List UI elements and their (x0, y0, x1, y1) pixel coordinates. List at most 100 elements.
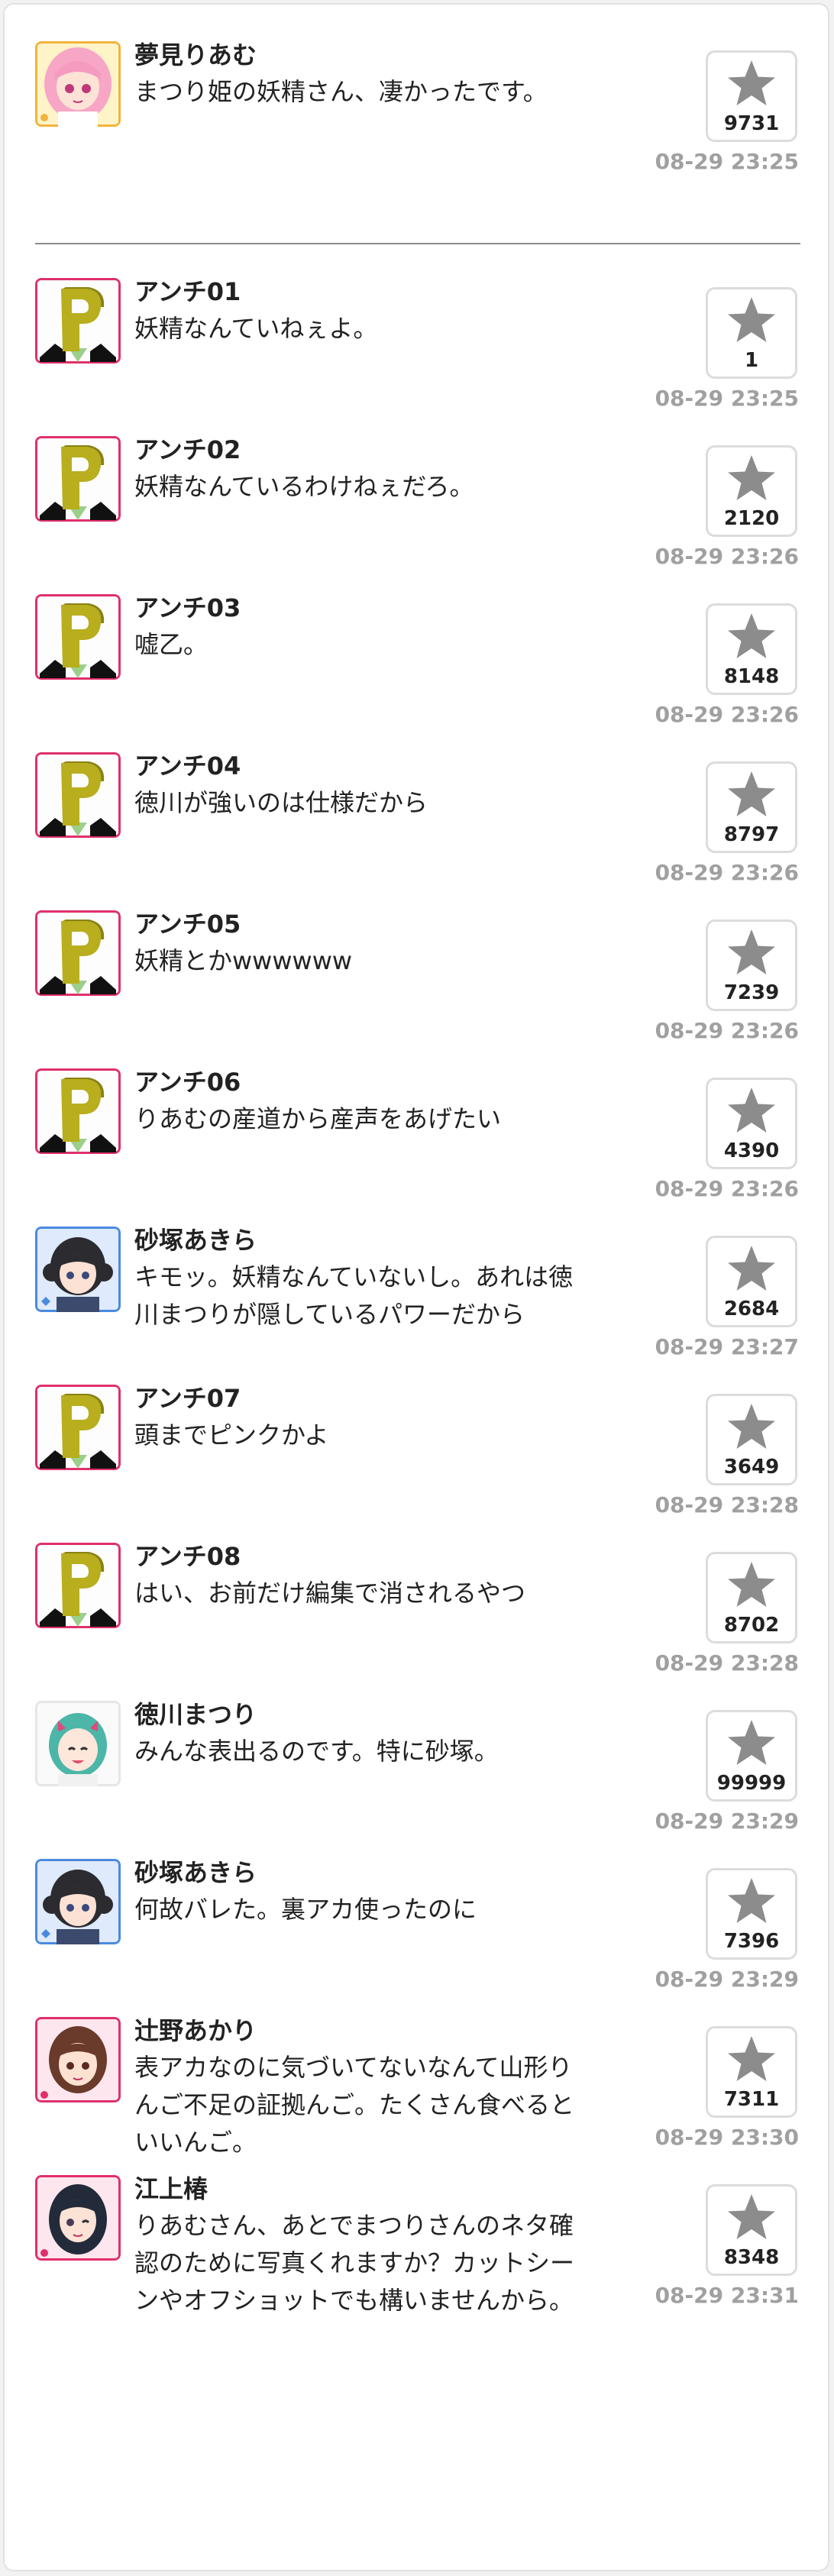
star-count: 2684 (723, 1298, 780, 1320)
star-button[interactable]: 8797 (706, 761, 797, 853)
avatar[interactable] (35, 436, 121, 522)
comment-item: 江上椿りあむさん、あとでまつりさんのネタ確認のために写真くれますか？カットシーン… (5, 2172, 828, 2320)
comment-timestamp: 08-29 23:26 (655, 702, 799, 727)
comment-timestamp: 08-29 23:26 (655, 1018, 799, 1043)
comment-item: アンチ06 りあむの産道から産声をあげたい 4390 08-29 23:26 (5, 1065, 828, 1214)
comment-timestamp: 08-29 23:31 (655, 2283, 799, 2308)
comment-item: アンチ05 妖精とかwwwwww 7239 08-29 23:26 (5, 907, 828, 1055)
comment-message: 頭までピンクかよ (134, 1421, 329, 1450)
avatar[interactable] (35, 2175, 121, 2261)
avatar[interactable] (35, 594, 121, 680)
comment-author[interactable]: 徳川まつり (134, 1698, 257, 1731)
comment-message: 表アカなのに気づいてないなんて山形りんご不足の証拠んご。たくさん食べるといいんご… (134, 2053, 575, 2157)
comment-timestamp: 08-29 23:25 (655, 149, 799, 174)
avatar[interactable] (35, 278, 121, 364)
comment-author[interactable]: アンチ02 (134, 433, 241, 467)
star-button[interactable]: 2684 (706, 1236, 797, 1327)
avatar[interactable] (35, 41, 121, 127)
comment-timestamp: 08-29 23:28 (655, 1650, 799, 1676)
comment-item: 夢見りあむまつり姫の妖精さん、凄かったです。 9731 08-29 23:25 (5, 38, 828, 186)
star-count: 2120 (723, 507, 780, 530)
star-count: 7239 (723, 981, 780, 1004)
star-button[interactable]: 2120 (706, 445, 797, 537)
avatar[interactable] (35, 1859, 121, 1944)
avatar[interactable] (35, 910, 121, 996)
star-count: 7311 (723, 2088, 780, 2111)
star-count: 8348 (723, 2246, 780, 2269)
star-button[interactable]: 99999 (706, 1710, 797, 1802)
comment-author[interactable]: 砂塚あきら (134, 1856, 257, 1889)
comment-author[interactable]: アンチ04 (134, 749, 241, 783)
star-count: 8702 (723, 1614, 780, 1637)
star-count: 99999 (716, 1772, 787, 1795)
comment-item: アンチ07 頭までピンクかよ 3649 08-29 23:28 (5, 1382, 828, 1530)
comment-item: アンチ03 嘘乙。 8148 08-29 23:26 (5, 591, 828, 739)
comment-thread: 夢見りあむまつり姫の妖精さん、凄かったです。 9731 08-29 23:25 アン… (3, 3, 829, 2571)
comment-message: 妖精とかwwwwww (134, 946, 353, 975)
comment-author[interactable]: アンチ03 (134, 591, 241, 625)
comment-item: 辻野あかり表アカなのに気づいてないなんて山形りんご不足の証拠んご。たくさん食べる… (5, 2014, 828, 2162)
comment-timestamp: 08-29 23:26 (655, 544, 799, 569)
comment-author[interactable]: 砂塚あきら (134, 1223, 257, 1257)
comment-item: 砂塚あきら何故バレた。裏アカ使ったのに 7396 08-29 23:29 (5, 1856, 828, 2004)
comment-message: りあむの産道から産声をあげたい (134, 1104, 502, 1133)
comment-message: りあむさん、あとでまつりさんのネタ確認のために写真くれますか？カットシーンやオフ… (134, 2211, 575, 2315)
comment-item: アンチ01 妖精なんていねぇよ。 1 08-29 23:25 (5, 275, 828, 423)
comment-item: アンチ04 徳川が強いのは仕様だから 8797 08-29 23:26 (5, 749, 828, 897)
comment-message: 妖精なんているわけねぇだろ。 (134, 472, 474, 501)
star-count: 3649 (723, 1456, 780, 1479)
star-button[interactable]: 4390 (706, 1078, 797, 1169)
comment-timestamp: 08-29 23:26 (655, 860, 799, 885)
avatar[interactable] (35, 1543, 121, 1628)
comment-timestamp: 08-29 23:27 (655, 1334, 799, 1359)
avatar[interactable] (35, 1068, 121, 1154)
comment-author[interactable]: 夢見りあむ (134, 38, 257, 72)
comment-message: みんな表出るのです。特に砂塚。 (134, 1737, 499, 1766)
star-count: 8148 (723, 665, 780, 688)
star-button[interactable]: 9731 (706, 50, 797, 142)
comment-author[interactable]: アンチ07 (134, 1382, 241, 1415)
comment-timestamp: 08-29 23:29 (655, 1808, 799, 1834)
star-count: 9731 (723, 112, 780, 135)
avatar[interactable] (35, 2017, 121, 2102)
comment-message: まつり姫の妖精さん、凄かったです。 (134, 77, 548, 106)
avatar[interactable] (35, 1227, 121, 1312)
star-count: 4390 (723, 1139, 780, 1162)
star-count: 7396 (723, 1930, 780, 1953)
comment-message: 嘘乙。 (134, 630, 208, 659)
star-button[interactable]: 8702 (706, 1552, 797, 1644)
star-button[interactable]: 7396 (706, 1868, 797, 1960)
comment-message: 徳川が強いのは仕様だから (134, 788, 428, 817)
comment-timestamp: 08-29 23:25 (655, 386, 799, 411)
comment-message: 何故バレた。裏アカ使ったのに (134, 1895, 477, 1924)
thread-divider (35, 243, 800, 244)
comment-author[interactable]: 江上椿 (134, 2172, 208, 2206)
star-count: 1 (744, 349, 759, 372)
comment-author[interactable]: アンチ06 (134, 1065, 241, 1099)
avatar[interactable] (35, 1701, 121, 1786)
comment-author[interactable]: アンチ05 (134, 907, 241, 941)
star-button[interactable]: 1 (706, 287, 797, 379)
comment-item: アンチ02 妖精なんているわけねぇだろ。 2120 08-29 23:26 (5, 433, 828, 581)
comment-message: キモッ。妖精なんていないし。あれは徳川まつりが隠しているパワーだから (134, 1262, 574, 1329)
comment-item: アンチ08 はい、お前だけ編集で消されるやつ 8702 08-29 23:28 (5, 1540, 828, 1688)
comment-timestamp: 08-29 23:30 (655, 2125, 799, 2150)
star-button[interactable]: 8348 (706, 2184, 797, 2276)
comment-timestamp: 08-29 23:28 (655, 1492, 799, 1517)
star-button[interactable]: 7311 (706, 2026, 797, 2118)
avatar[interactable] (35, 1385, 121, 1470)
star-button[interactable]: 8148 (706, 603, 797, 695)
comment-item: 徳川まつりみんな表出るのです。特に砂塚。 99999 08-29 23:29 (5, 1698, 828, 1846)
comment-timestamp: 08-29 23:29 (655, 1967, 799, 1992)
comment-author[interactable]: 辻野あかり (134, 2014, 257, 2048)
comment-item: 砂塚あきらキモッ。妖精なんていないし。あれは徳川まつりが隠しているパワーだから 2… (5, 1226, 828, 1372)
comment-timestamp: 08-29 23:26 (655, 1176, 799, 1201)
avatar[interactable] (35, 752, 121, 838)
comment-message: 妖精なんていねぇよ。 (134, 314, 378, 343)
comment-message: はい、お前だけ編集で消されるやつ (134, 1579, 526, 1608)
star-button[interactable]: 7239 (706, 920, 797, 1011)
comment-author[interactable]: アンチ01 (134, 275, 241, 309)
star-count: 8797 (723, 823, 780, 846)
comment-author[interactable]: アンチ08 (134, 1540, 241, 1573)
star-button[interactable]: 3649 (706, 1394, 797, 1485)
